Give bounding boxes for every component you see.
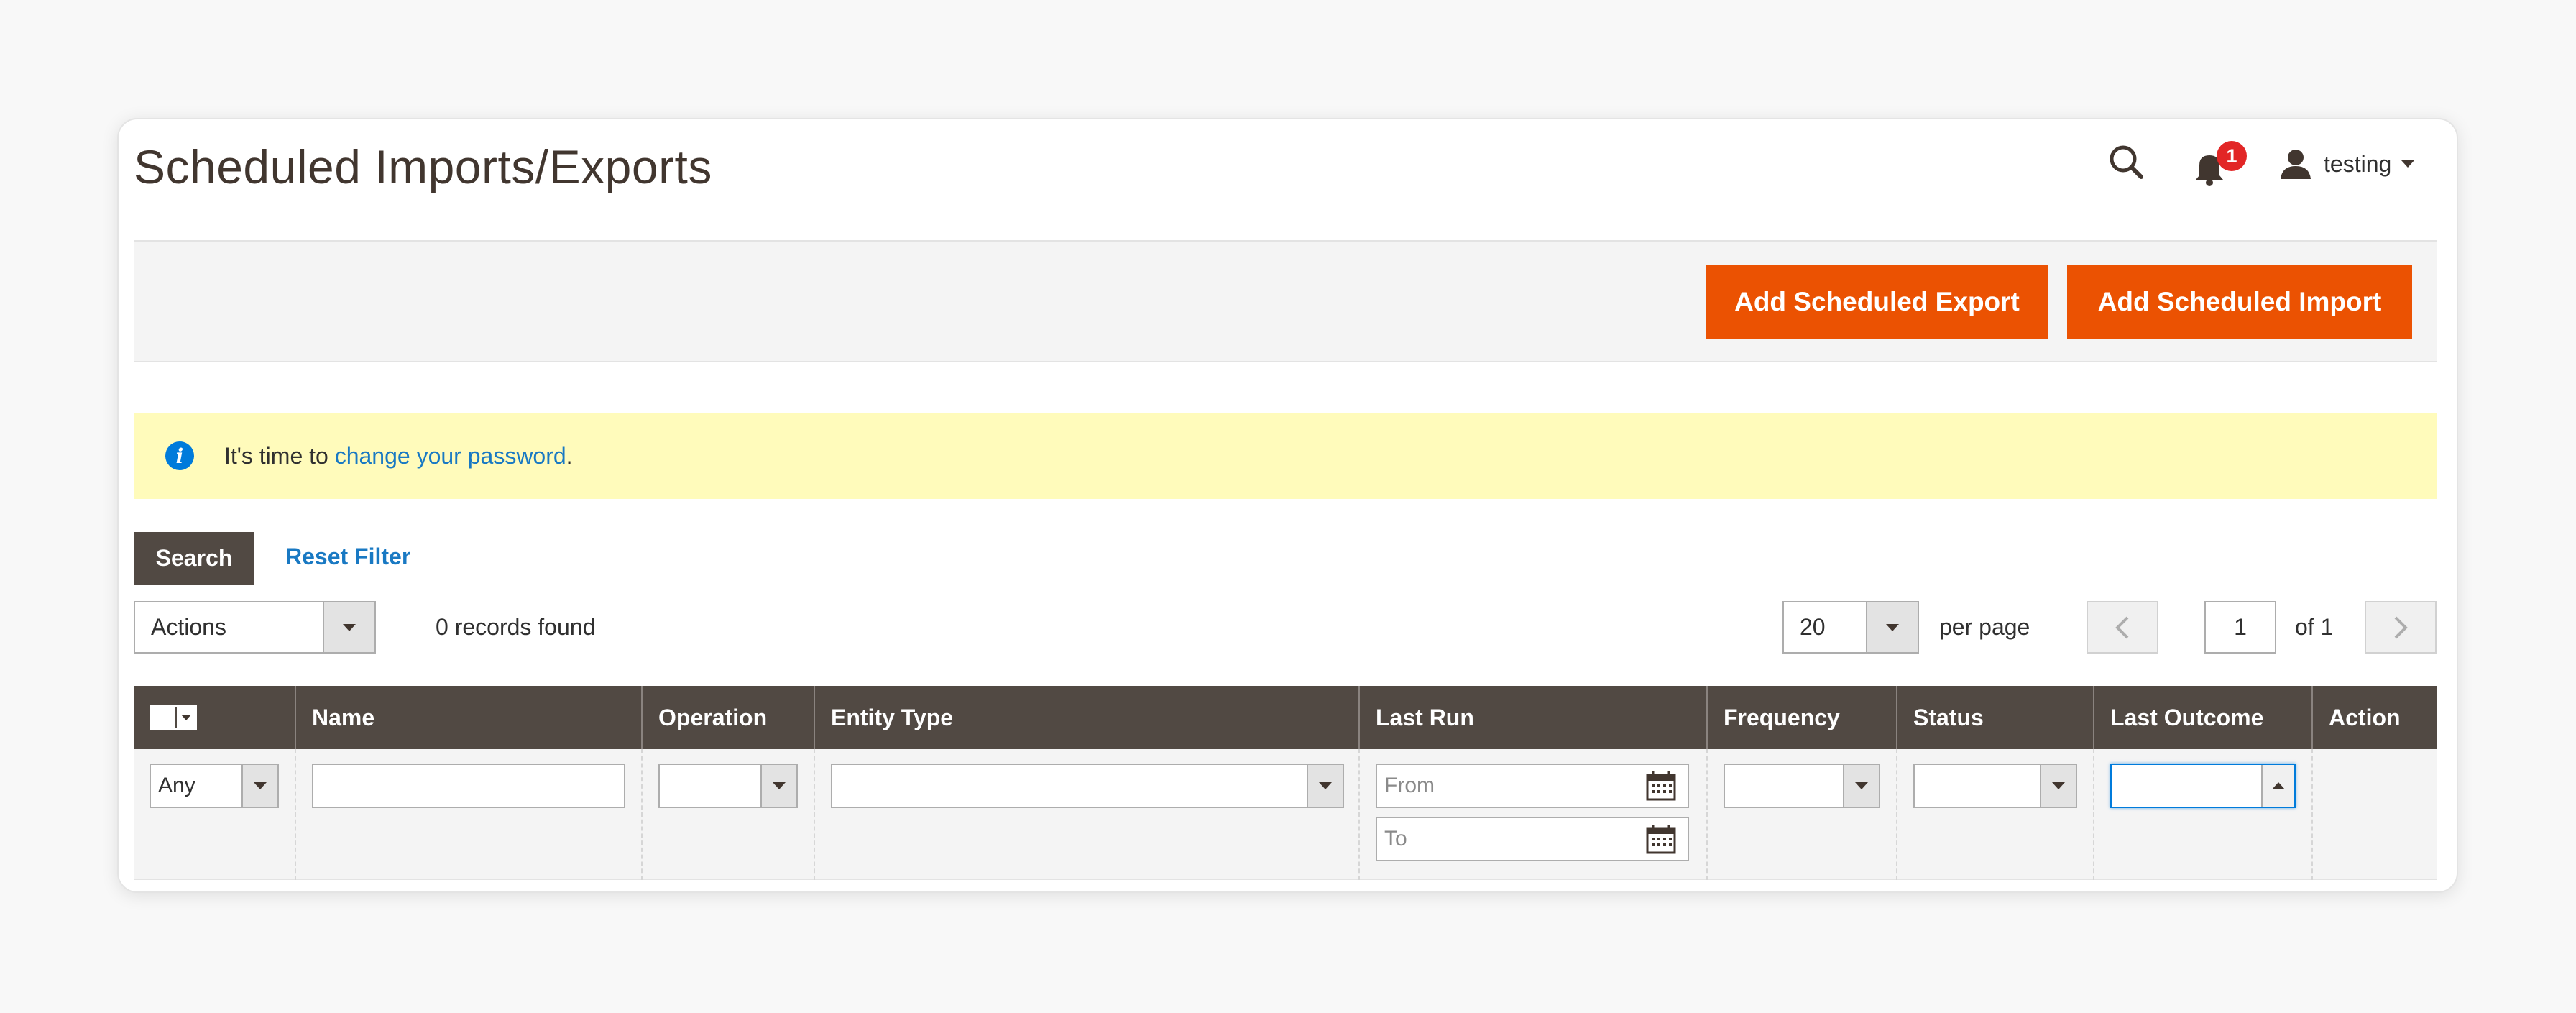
name-filter-input[interactable]: [312, 764, 625, 808]
last-outcome-filter-select[interactable]: [2110, 764, 2296, 808]
page-actions-bar: Add Scheduled Export Add Scheduled Impor…: [134, 240, 2437, 362]
date-from-placeholder: From: [1384, 774, 1435, 797]
calendar-icon[interactable]: [1644, 769, 1678, 802]
notice-text: It's time to change your password.: [224, 443, 573, 469]
filter-cell-operation: [643, 749, 815, 880]
grid-header-row: Name Operation Entity Type Last Run Freq…: [134, 686, 2437, 749]
column-header-name[interactable]: Name: [296, 686, 643, 749]
per-page-label: per page: [1939, 614, 2030, 640]
mass-actions-select[interactable]: Actions: [134, 601, 376, 654]
current-page-input[interactable]: 1: [2204, 601, 2276, 654]
notifications-bell-icon[interactable]: 1: [2189, 141, 2247, 187]
date-to-placeholder: To: [1384, 827, 1407, 851]
filter-cell-last-outcome: [2094, 749, 2313, 880]
reset-filter-link[interactable]: Reset Filter: [285, 544, 410, 570]
operation-filter-select[interactable]: [658, 764, 798, 808]
chevron-down-icon: [242, 765, 277, 807]
previous-page-button[interactable]: [2087, 601, 2158, 654]
column-header-operation[interactable]: Operation: [643, 686, 815, 749]
frequency-filter-select[interactable]: [1724, 764, 1880, 808]
total-pages-label: of 1: [2295, 614, 2334, 640]
change-password-link[interactable]: change your password: [335, 443, 566, 469]
chevron-down-icon: [1307, 765, 1343, 807]
mass-select-column: [134, 686, 296, 749]
per-page-select[interactable]: 20: [1782, 601, 1919, 654]
main-panel: Scheduled Imports/Exports 1 testing Add …: [117, 118, 2458, 893]
info-icon: i: [165, 441, 194, 470]
global-search-icon[interactable]: [2105, 141, 2148, 184]
add-scheduled-import-button[interactable]: Add Scheduled Import: [2067, 265, 2412, 339]
chevron-right-icon: [2394, 616, 2408, 638]
grid-filter-row: Any From To: [134, 749, 2437, 880]
filter-cell-last-run: From To: [1360, 749, 1708, 880]
any-filter-select[interactable]: Any: [150, 764, 279, 808]
chevron-down-icon: [1843, 765, 1879, 807]
page-title: Scheduled Imports/Exports: [134, 140, 712, 193]
filter-cell-status: [1898, 749, 2094, 880]
mass-actions-label: Actions: [151, 614, 226, 640]
chevron-left-icon: [2115, 616, 2129, 638]
chevron-down-icon: [1866, 602, 1918, 652]
notification-count-badge: 1: [2217, 141, 2247, 171]
filter-cell-select: Any: [134, 749, 296, 880]
search-button[interactable]: Search: [134, 532, 254, 585]
user-avatar-icon: [2281, 150, 2311, 179]
filter-cell-entity-type: [815, 749, 1360, 880]
filter-cell-frequency: [1708, 749, 1898, 880]
column-header-action: Action: [2329, 704, 2401, 730]
chevron-down-icon: [760, 765, 796, 807]
column-header-frequency[interactable]: Frequency: [1708, 686, 1898, 749]
chevron-up-icon: [2261, 765, 2294, 807]
chevron-down-icon: [175, 707, 196, 728]
chevron-down-icon: [323, 602, 374, 652]
per-page-value: 20: [1800, 614, 1826, 640]
mass-select-checkbox[interactable]: [150, 705, 197, 730]
column-header-status[interactable]: Status: [1898, 686, 2094, 749]
column-header-last-run[interactable]: Last Run: [1360, 686, 1708, 749]
column-header-entity-type[interactable]: Entity Type: [815, 686, 1360, 749]
entity-type-filter-select[interactable]: [831, 764, 1344, 808]
filter-cell-action: [2313, 749, 2437, 880]
notice-message: It's time to: [224, 442, 335, 469]
add-scheduled-export-button[interactable]: Add Scheduled Export: [1706, 265, 2048, 339]
records-found-count: 0 records found: [436, 614, 596, 640]
chevron-down-icon: [2040, 765, 2076, 807]
notice-period: .: [566, 442, 573, 469]
last-run-from-input[interactable]: From: [1376, 764, 1689, 808]
password-notice: i It's time to change your password.: [134, 413, 2437, 499]
scheduled-jobs-grid: Name Operation Entity Type Last Run Freq…: [134, 686, 2437, 891]
next-page-button[interactable]: [2365, 601, 2437, 654]
filter-cell-name: [296, 749, 643, 880]
calendar-icon[interactable]: [1644, 822, 1678, 856]
user-menu[interactable]: testing: [2279, 142, 2415, 185]
user-name: testing: [2324, 150, 2392, 177]
last-run-to-input[interactable]: To: [1376, 817, 1689, 861]
status-filter-select[interactable]: [1913, 764, 2077, 808]
user-menu-caret-icon: [2401, 160, 2415, 168]
any-filter-value: Any: [158, 774, 196, 797]
column-header-last-outcome[interactable]: Last Outcome: [2094, 686, 2313, 749]
